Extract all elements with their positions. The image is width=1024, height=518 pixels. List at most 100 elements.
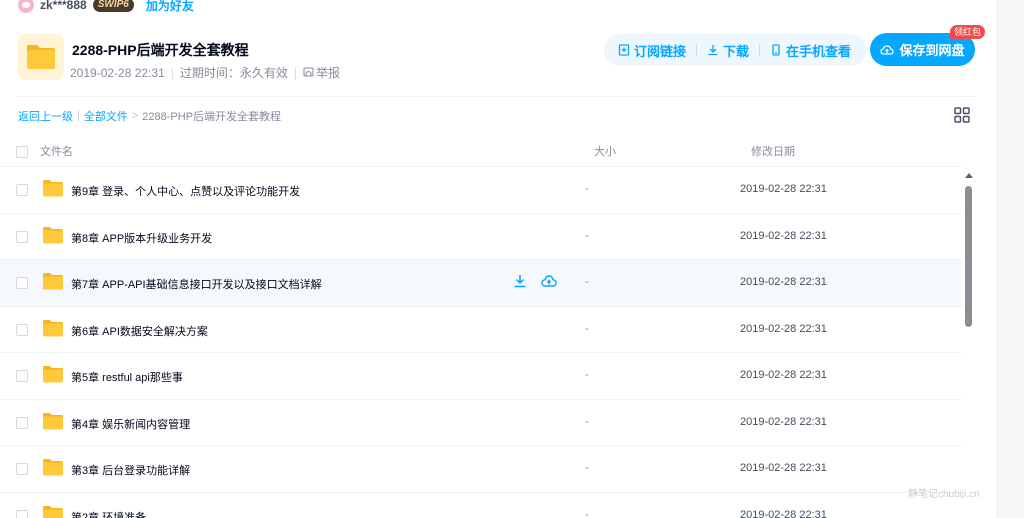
file-name[interactable]: 第2章 环境准备	[71, 509, 146, 518]
subscribe-button[interactable]: 订阅链接	[618, 41, 686, 60]
row-checkbox[interactable]	[16, 277, 28, 289]
file-name[interactable]: 第7章 APP-API基础信息接口开发以及接口文档详解	[71, 276, 322, 292]
file-size: -	[585, 183, 589, 195]
folder-icon	[43, 180, 63, 197]
cloud-save-icon	[880, 44, 895, 55]
row-checkbox[interactable]	[16, 184, 28, 196]
add-friend-link[interactable]: 加为好友	[146, 0, 194, 14]
file-size: -	[585, 322, 589, 335]
breadcrumb-divider: |	[77, 110, 80, 122]
header-name: 文件名	[40, 146, 73, 158]
row-checkbox[interactable]	[16, 230, 28, 243]
file-name[interactable]: 第4章 娱乐新闻内容管理	[71, 416, 190, 432]
row-checkbox[interactable]	[16, 416, 28, 429]
download-button[interactable]: 下载	[707, 41, 749, 60]
file-name[interactable]: 第8章 APP版本升级业务开发	[71, 230, 212, 246]
folder-icon	[43, 412, 63, 429]
folder-icon	[43, 319, 63, 336]
breadcrumb: 返回上一级 | 全部文件 > 2288-PHP后端开发全套教程	[18, 108, 281, 124]
file-size: -	[585, 462, 589, 474]
table-row[interactable]: 第9章 登录、个人中心、点赞以及评论功能开发 - 2019-02-28 22:3…	[0, 166, 962, 213]
scrollbar-thumb[interactable]	[965, 186, 972, 327]
scrollbar[interactable]	[962, 172, 976, 518]
folder-icon	[43, 459, 63, 476]
row-download-icon[interactable]	[512, 273, 528, 289]
breadcrumb-current: 2288-PHP后端开发全套教程	[142, 111, 282, 123]
share-date: 2019-02-28 22:31	[70, 65, 165, 80]
row-checkbox[interactable]	[16, 323, 28, 336]
scroll-up-arrow-icon[interactable]	[965, 173, 973, 178]
folder-icon	[43, 226, 63, 243]
file-date: 2019-02-28 22:31	[740, 276, 827, 288]
report-icon	[303, 67, 314, 77]
chevron-right-icon: >	[131, 110, 139, 122]
folder-icon	[43, 366, 63, 383]
table-row[interactable]: 第6章 API数据安全解决方案 - 2019-02-28 22:31	[0, 305, 962, 353]
share-meta: 2019-02-28 22:31 | 过期时间：永久有效 | 举报	[70, 64, 340, 81]
folder-icon	[43, 505, 63, 518]
phone-icon	[772, 44, 780, 56]
file-date: 2019-02-28 22:31	[740, 369, 827, 381]
username: zk***888	[40, 0, 87, 12]
select-all-checkbox[interactable]	[16, 146, 28, 158]
back-link[interactable]: 返回上一级	[18, 108, 73, 124]
user-line: zk***888 SWIP6 加为好友	[18, 0, 194, 14]
folder-icon	[43, 273, 63, 290]
subscribe-icon	[618, 44, 630, 56]
file-name[interactable]: 第9章 登录、个人中心、点赞以及评论功能开发	[71, 183, 300, 199]
download-label: 下载	[723, 43, 750, 59]
action-divider	[759, 44, 761, 56]
red-packet-badge: 领红包	[950, 25, 986, 39]
file-date: 2019-02-28 22:31	[740, 322, 827, 335]
file-size: -	[585, 508, 589, 518]
report-link[interactable]: 举报	[303, 64, 340, 81]
file-size: -	[585, 415, 589, 428]
file-list: 第9章 登录、个人中心、点赞以及评论功能开发 - 2019-02-28 22:3…	[0, 166, 962, 518]
share-page: zk***888 SWIP6 加为好友 2288-PHP后端开发全套教程 201…	[0, 0, 996, 518]
meta-divider: |	[170, 65, 174, 80]
row-checkbox[interactable]	[16, 509, 28, 518]
watermark: 静笔记chubiji.cn	[908, 489, 980, 500]
file-date: 2019-02-28 22:31	[740, 508, 827, 518]
report-label: 举报	[316, 66, 341, 80]
file-name[interactable]: 第5章 restful api那些事	[71, 369, 183, 385]
header-divider	[18, 96, 976, 97]
avatar[interactable]	[18, 0, 34, 13]
share-folder-icon	[18, 34, 64, 80]
file-name[interactable]: 第6章 API数据安全解决方案	[71, 323, 208, 339]
page-title: 2288-PHP后端开发全套教程	[72, 42, 249, 58]
grid-view-icon[interactable]	[954, 107, 970, 123]
expire-text: 过期时间：永久有效	[179, 66, 288, 80]
all-files-link[interactable]: 全部文件	[84, 108, 128, 124]
file-name[interactable]: 第3章 后台登录功能详解	[71, 462, 190, 478]
subscribe-label: 订阅链接	[634, 43, 687, 59]
action-divider	[696, 44, 698, 56]
file-date: 2019-02-28 22:31	[740, 229, 827, 242]
table-header: 文件名 大小 修改日期	[0, 140, 976, 166]
row-checkbox[interactable]	[16, 463, 28, 475]
table-row[interactable]: 第8章 APP版本升级业务开发 - 2019-02-28 22:31	[0, 212, 962, 260]
table-row[interactable]: 第4章 娱乐新闻内容管理 - 2019-02-28 22:31	[0, 398, 962, 446]
download-icon	[708, 45, 718, 56]
file-date: 2019-02-28 22:31	[740, 415, 827, 428]
save-label: 保存到网盘	[899, 43, 965, 58]
file-size: -	[585, 369, 589, 381]
right-gutter	[996, 0, 1024, 518]
file-date: 2019-02-28 22:31	[740, 462, 827, 474]
file-size: -	[585, 229, 589, 242]
row-checkbox[interactable]	[16, 370, 28, 382]
view-on-phone-button[interactable]: 在手机查看	[770, 41, 851, 60]
file-size: -	[585, 276, 589, 288]
vip-badge: SWIP6	[92, 0, 134, 12]
file-date: 2019-02-28 22:31	[740, 183, 827, 195]
action-bar: 订阅链接 下载 在手机查看	[604, 34, 866, 66]
table-row[interactable]: 第2章 环境准备 - 2019-02-28 22:31	[0, 491, 962, 518]
header-date: 修改日期	[751, 146, 795, 158]
table-row[interactable]: 第7章 APP-API基础信息接口开发以及接口文档详解 - 2019-02-28…	[0, 259, 962, 306]
meta-divider: |	[293, 65, 298, 80]
table-row[interactable]: 第3章 后台登录功能详解 - 2019-02-28 22:31	[0, 445, 962, 492]
phone-label: 在手机查看	[786, 43, 852, 59]
header-size: 大小	[594, 146, 616, 158]
table-row[interactable]: 第5章 restful api那些事 - 2019-02-28 22:31	[0, 352, 962, 399]
row-cloud-save-icon[interactable]	[541, 273, 557, 289]
